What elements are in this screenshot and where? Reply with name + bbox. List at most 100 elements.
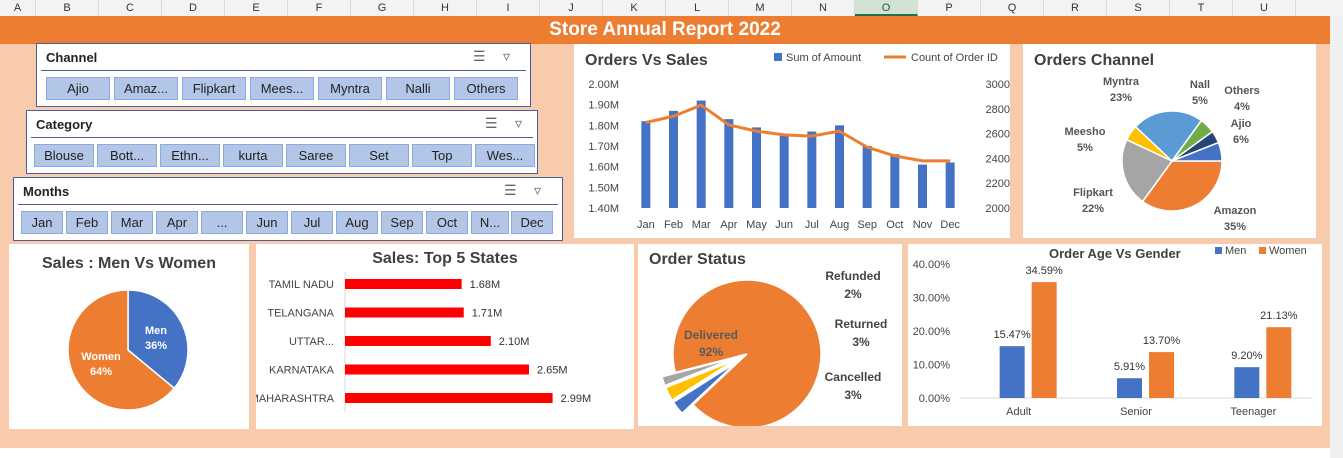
slice-label-name: Refunded bbox=[825, 269, 880, 283]
bar bbox=[890, 154, 900, 208]
months-slicer: Months ☰ ▿ Jan Feb Mar Apr... Jun Jul Aug Sep Oc… bbox=[13, 177, 563, 241]
clear-filter-icon[interactable]: ▿ bbox=[515, 115, 522, 132]
data-label: 1.68M bbox=[470, 279, 501, 291]
age-vs-gender-card: Order Age Vs Gender 40.00% 30.00% 20.00% 10… bbox=[908, 244, 1322, 426]
data-label: 1.71M bbox=[472, 308, 503, 320]
data-label: 15.47% bbox=[994, 329, 1032, 341]
slice-label-name: Ajio bbox=[1231, 118, 1252, 130]
vertical-scrollbar[interactable] bbox=[1330, 16, 1343, 458]
y2-tick-label: 2800 bbox=[986, 104, 1010, 116]
column-header-e[interactable]: E bbox=[225, 0, 288, 16]
months-slicer-item[interactable]: Jun bbox=[246, 211, 288, 234]
y-tick-label: 1.40M bbox=[588, 203, 619, 215]
top-states-card: Sales: Top 5 States TAMIL NADU 1.68M TELAN… bbox=[256, 244, 634, 429]
column-header-r[interactable]: R bbox=[1044, 0, 1107, 16]
clear-filter-icon[interactable]: ▿ bbox=[534, 182, 541, 199]
category-slicer-item[interactable]: Set bbox=[349, 144, 409, 167]
y2-tick-label: 2200 bbox=[986, 178, 1010, 190]
order-status-chart: Delivered 92% Refunded 2% Returned 3% Cancelle… bbox=[661, 269, 887, 426]
column-header-bar: ABCDEFGHIJKLMNOPQRSTU bbox=[0, 0, 1343, 17]
slice-label-value: 23% bbox=[1110, 92, 1132, 104]
months-slicer-item[interactable]: Apr bbox=[156, 211, 198, 234]
category-slicer-item[interactable]: Saree bbox=[286, 144, 346, 167]
y-tick-label: 1.60M bbox=[588, 162, 619, 174]
orders-channel-card: Orders Channel Myntra 23% Nall 5% Others 4% Aj… bbox=[1023, 44, 1316, 238]
months-slicer-item[interactable]: N... bbox=[471, 211, 509, 234]
x-tick-label: Mar bbox=[692, 219, 711, 231]
column-header-c[interactable]: C bbox=[99, 0, 162, 16]
category-label: UTTAR... bbox=[289, 336, 334, 348]
data-label: 2.99M bbox=[561, 393, 592, 405]
months-slicer-item[interactable]: Feb bbox=[66, 211, 108, 234]
channel-slicer-item[interactable]: Others bbox=[454, 77, 518, 100]
months-slicer-item[interactable]: ... bbox=[201, 211, 243, 234]
column-header-b[interactable]: B bbox=[36, 0, 99, 16]
column-header-a[interactable]: A bbox=[0, 0, 36, 16]
channel-slicer-item[interactable]: Nalli bbox=[386, 77, 450, 100]
category-slicer-item[interactable]: Bott... bbox=[97, 144, 157, 167]
column-header-n[interactable]: N bbox=[792, 0, 855, 16]
months-slicer-item[interactable]: Sep bbox=[381, 211, 423, 234]
x-tick-label: Jul bbox=[805, 219, 819, 231]
column-header-s[interactable]: S bbox=[1107, 0, 1170, 16]
category-slicer-item[interactable]: Blouse bbox=[34, 144, 94, 167]
column-header-j[interactable]: J bbox=[540, 0, 603, 16]
slice-label-value: 6% bbox=[1233, 134, 1249, 146]
months-slicer-item[interactable]: Oct bbox=[426, 211, 468, 234]
column-header-u[interactable]: U bbox=[1233, 0, 1296, 16]
slice-label-value: 35% bbox=[1224, 221, 1246, 233]
y2-tick-label: 2000 bbox=[986, 203, 1010, 215]
channel-slicer-item[interactable]: Amaz... bbox=[114, 77, 178, 100]
channel-slicer-item[interactable]: Myntra bbox=[318, 77, 382, 100]
clear-filter-icon[interactable]: ▿ bbox=[503, 48, 510, 65]
channel-slicer-item[interactable]: Mees... bbox=[250, 77, 314, 100]
column-header-h[interactable]: H bbox=[414, 0, 477, 16]
months-slicer-item[interactable]: Dec bbox=[511, 211, 553, 234]
x-tick-label: Apr bbox=[720, 219, 737, 231]
column-header-t[interactable]: T bbox=[1170, 0, 1233, 16]
column-header-k[interactable]: K bbox=[603, 0, 666, 16]
bar bbox=[345, 364, 529, 375]
y-tick-label: 1.90M bbox=[588, 100, 619, 112]
category-slicer-item[interactable]: Top bbox=[412, 144, 472, 167]
column-header-p[interactable]: P bbox=[918, 0, 981, 16]
multi-select-icon[interactable]: ☰ bbox=[504, 182, 517, 199]
category-label: TELANGANA bbox=[267, 308, 334, 320]
channel-slicer-item[interactable]: Ajio bbox=[46, 77, 110, 100]
category-slicer-item[interactable]: Wes... bbox=[475, 144, 535, 167]
men-vs-women-chart: Men 36% Women 64% bbox=[67, 289, 189, 411]
bar bbox=[345, 393, 553, 403]
bar bbox=[345, 279, 462, 289]
y-tick-label: 40.00% bbox=[913, 259, 951, 271]
column-header-o[interactable]: O bbox=[855, 0, 918, 16]
men-vs-women-card: Sales : Men Vs Women Men 36% Women 64% bbox=[9, 244, 249, 429]
months-slicer-item[interactable]: Jan bbox=[21, 211, 63, 234]
slice-label-value: 22% bbox=[1082, 203, 1104, 215]
column-header-i[interactable]: I bbox=[477, 0, 540, 16]
column-header-d[interactable]: D bbox=[162, 0, 225, 16]
column-header-l[interactable]: L bbox=[666, 0, 729, 16]
column-header-g[interactable]: G bbox=[351, 0, 414, 16]
category-slicer-title: Category bbox=[36, 117, 93, 132]
multi-select-icon[interactable]: ☰ bbox=[473, 48, 486, 65]
months-slicer-item[interactable]: Jul bbox=[291, 211, 333, 234]
column-header-q[interactable]: Q bbox=[981, 0, 1044, 16]
slice-label-value: 3% bbox=[844, 388, 862, 402]
category-slicer-item[interactable]: kurta bbox=[223, 144, 283, 167]
category-slicer-item[interactable]: Ethn... bbox=[160, 144, 220, 167]
channel-slicer-item[interactable]: Flipkart bbox=[182, 77, 246, 100]
y2-tick-label: 2400 bbox=[986, 153, 1010, 165]
column-header-f[interactable]: F bbox=[288, 0, 351, 16]
legend-swatch bbox=[1215, 247, 1222, 254]
multi-select-icon[interactable]: ☰ bbox=[485, 115, 498, 132]
bar bbox=[669, 110, 678, 208]
months-slicer-item[interactable]: Mar bbox=[111, 211, 153, 234]
column-header-m[interactable]: M bbox=[729, 0, 792, 16]
pie-slice bbox=[672, 279, 822, 426]
channel-slicer-title: Channel bbox=[46, 50, 98, 65]
data-label: 13.70% bbox=[1143, 335, 1181, 347]
months-slicer-item[interactable]: Aug bbox=[336, 211, 378, 234]
data-label: 2.10M bbox=[499, 336, 530, 348]
x-tick-label: Jun bbox=[775, 219, 793, 231]
slice-label-value: 2% bbox=[844, 287, 862, 301]
